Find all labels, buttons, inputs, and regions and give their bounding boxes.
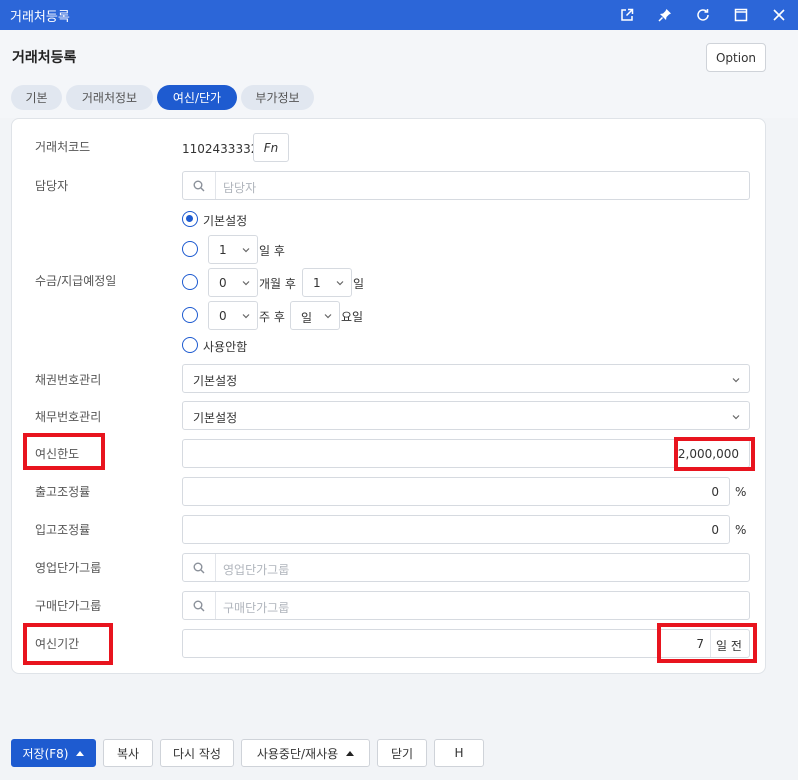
search-icon: [183, 592, 216, 619]
tab-basic[interactable]: 기본: [11, 85, 62, 110]
out-adjust-input[interactable]: 0: [182, 477, 730, 506]
chevron-down-icon: [731, 411, 741, 425]
suspend-label: 사용중단/재사용: [256, 746, 339, 761]
popout-icon[interactable]: [608, 0, 646, 30]
manager-label: 담당자: [35, 179, 69, 193]
window-title: 거래처등록: [10, 9, 70, 25]
bond-mgmt-label: 채권번호관리: [35, 373, 102, 387]
purchase-price-group-input[interactable]: 구매단가그룹: [182, 591, 750, 620]
week-select[interactable]: 0: [208, 301, 258, 330]
option-button[interactable]: Option: [706, 43, 766, 72]
chevron-down-icon: [241, 277, 251, 291]
weekday-value: 일: [301, 311, 313, 325]
in-adjust-unit: %: [735, 523, 747, 537]
purchase-price-group-label: 구매단가그룹: [35, 599, 102, 613]
page-title: 거래처등록: [12, 50, 77, 66]
weekday-select[interactable]: 일: [290, 301, 340, 330]
chevron-down-icon: [241, 244, 251, 258]
save-label: 저장(F8): [22, 746, 69, 761]
radio-none-label: 사용안함: [203, 340, 248, 354]
copy-button[interactable]: 복사: [103, 739, 153, 767]
tab-bar: 기본 거래처정보 여신/단가 부가정보: [11, 85, 318, 110]
month-suffix: 개월 후: [259, 277, 296, 291]
h-button[interactable]: H: [434, 739, 484, 767]
sales-price-group-placeholder: 영업단가그룹: [223, 563, 290, 577]
sales-price-group-label: 영업단가그룹: [35, 561, 102, 575]
suspend-button[interactable]: 사용중단/재사용: [241, 739, 370, 767]
rewrite-button[interactable]: 다시 작성: [160, 739, 234, 767]
week-suffix: 주 후: [259, 310, 285, 324]
in-adjust-label: 입고조정률: [35, 523, 91, 537]
day-select[interactable]: 1: [208, 235, 258, 264]
month-day-select[interactable]: 1: [302, 268, 352, 297]
due-date-label: 수금/지급예정일: [35, 274, 117, 288]
window-titlebar: 거래처등록: [0, 0, 798, 30]
weekday-suffix: 요일: [341, 310, 364, 324]
highlight-credit-limit-value: [674, 437, 755, 471]
search-icon: [183, 554, 216, 581]
bond-mgmt-select[interactable]: 기본설정: [182, 364, 750, 393]
code-label: 거래처코드: [35, 140, 91, 154]
month-select[interactable]: 0: [208, 268, 258, 297]
close-button[interactable]: 닫기: [377, 739, 427, 767]
in-adjust-value: 0: [711, 523, 719, 537]
caret-up-icon: [76, 750, 85, 756]
caret-up-icon: [346, 750, 355, 756]
bond-mgmt-value: 기본설정: [193, 374, 238, 388]
radio-default-label: 기본설정: [203, 214, 248, 228]
week-select-value: 0: [219, 309, 227, 323]
save-button[interactable]: 저장(F8): [11, 739, 96, 767]
radio-week[interactable]: [182, 307, 198, 323]
month-select-value: 0: [219, 276, 227, 290]
month-day-value: 1: [313, 276, 321, 290]
debt-mgmt-value: 기본설정: [193, 411, 238, 425]
refresh-icon[interactable]: [684, 0, 722, 30]
highlight-credit-period-label: [23, 623, 113, 665]
search-icon: [183, 172, 216, 199]
out-adjust-unit: %: [735, 485, 747, 499]
fn-button[interactable]: Fn: [253, 133, 289, 162]
credit-limit-input[interactable]: 2,000,000: [182, 439, 750, 468]
radio-default[interactable]: [182, 211, 198, 227]
highlight-credit-period-value: [657, 623, 757, 663]
tab-customer-info[interactable]: 거래처정보: [66, 85, 153, 110]
close-icon[interactable]: [760, 0, 798, 30]
day-suffix: 일 후: [259, 244, 285, 258]
tab-additional-info[interactable]: 부가정보: [241, 85, 314, 110]
pin-icon[interactable]: [646, 0, 684, 30]
maximize-icon[interactable]: [722, 0, 760, 30]
page-header: 거래처등록 Option 기본 거래처정보 여신/단가 부가정보: [0, 30, 798, 118]
out-adjust-label: 출고조정률: [35, 485, 91, 499]
out-adjust-value: 0: [711, 485, 719, 499]
purchase-price-group-placeholder: 구매단가그룹: [223, 601, 290, 615]
highlight-credit-limit-label: [23, 433, 105, 470]
code-value: 1102433332: [182, 142, 259, 156]
chevron-down-icon: [241, 310, 251, 324]
chevron-down-icon: [323, 310, 333, 324]
tab-credit-price[interactable]: 여신/단가: [157, 85, 237, 110]
debt-mgmt-select[interactable]: 기본설정: [182, 401, 750, 430]
day-select-value: 1: [219, 243, 227, 257]
debt-mgmt-label: 채무번호관리: [35, 410, 102, 424]
in-adjust-input[interactable]: 0: [182, 515, 730, 544]
radio-day[interactable]: [182, 241, 198, 257]
chevron-down-icon: [731, 374, 741, 388]
manager-placeholder: 담당자: [223, 181, 257, 195]
manager-input[interactable]: 담당자: [182, 171, 750, 200]
sales-price-group-input[interactable]: 영업단가그룹: [182, 553, 750, 582]
month-day-suffix: 일: [353, 277, 365, 291]
chevron-down-icon: [335, 277, 345, 291]
radio-none[interactable]: [182, 337, 198, 353]
radio-month[interactable]: [182, 274, 198, 290]
